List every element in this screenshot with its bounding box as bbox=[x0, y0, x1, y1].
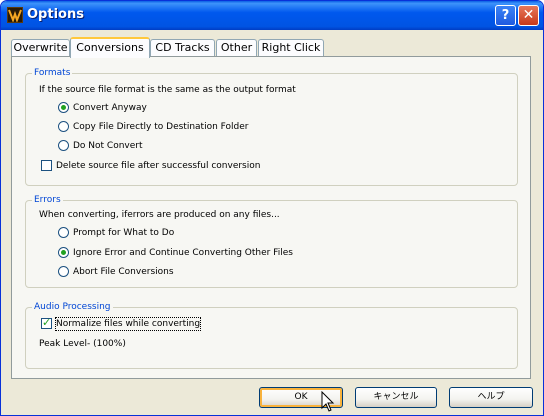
radio-button[interactable] bbox=[58, 102, 69, 113]
audio-title: Audio Processing bbox=[32, 301, 113, 313]
checkbox-label: Normalize files while converting bbox=[54, 317, 202, 331]
formats-description: If the source file format is the same as… bbox=[39, 85, 296, 95]
formats-title: Formats bbox=[32, 67, 73, 79]
options-window: Options ? ✕ Overwrite Conversions CD Tra… bbox=[0, 0, 544, 416]
tab-other[interactable]: Other bbox=[216, 39, 257, 57]
radio-label: Prompt for What to Do bbox=[73, 228, 175, 238]
radio-button[interactable] bbox=[58, 140, 69, 151]
formats-group: Formats If the source file format is the… bbox=[25, 67, 518, 186]
conversions-panel: Formats If the source file format is the… bbox=[11, 56, 531, 379]
radio-label: Ignore Error and Continue Converting Oth… bbox=[73, 248, 293, 258]
radio-label: Copy File Directly to Destination Folder bbox=[73, 122, 249, 132]
radio-button[interactable] bbox=[58, 227, 69, 238]
window-title: Options bbox=[27, 7, 84, 22]
audio-group: Audio Processing ✓ Normalize files while… bbox=[25, 301, 518, 369]
mouse-cursor-icon bbox=[321, 391, 335, 412]
peak-level-label: Peak Level- (100%) bbox=[39, 339, 126, 349]
help-button[interactable]: ヘルプ bbox=[449, 387, 533, 408]
radio-button[interactable] bbox=[58, 247, 69, 258]
help-icon[interactable]: ? bbox=[495, 5, 516, 26]
tab-overwrite[interactable]: Overwrite bbox=[11, 39, 70, 57]
errors-title: Errors bbox=[32, 194, 63, 206]
checkbox[interactable] bbox=[41, 160, 52, 171]
radio-label: Do Not Convert bbox=[73, 141, 143, 151]
errors-description: When converting, iferrors are produced o… bbox=[39, 210, 280, 220]
radio-label: Convert Anyway bbox=[73, 103, 147, 113]
radio-button[interactable] bbox=[58, 266, 69, 277]
tab-conversions[interactable]: Conversions bbox=[70, 37, 150, 58]
app-icon bbox=[7, 7, 23, 23]
errors-group: Errors When converting, iferrors are pro… bbox=[25, 194, 518, 288]
checkbox[interactable]: ✓ bbox=[41, 316, 52, 329]
radio-label: Abort File Conversions bbox=[73, 267, 174, 277]
checkbox-label: Delete source file after successful conv… bbox=[56, 161, 261, 171]
tab-cd-tracks[interactable]: CD Tracks bbox=[150, 39, 215, 57]
title-bar[interactable]: Options ? ✕ bbox=[1, 1, 543, 30]
cancel-button[interactable]: キャンセル bbox=[355, 387, 437, 408]
close-icon[interactable]: ✕ bbox=[518, 5, 539, 26]
tab-right-click[interactable]: Right Click bbox=[258, 39, 324, 57]
radio-button[interactable] bbox=[58, 121, 69, 132]
